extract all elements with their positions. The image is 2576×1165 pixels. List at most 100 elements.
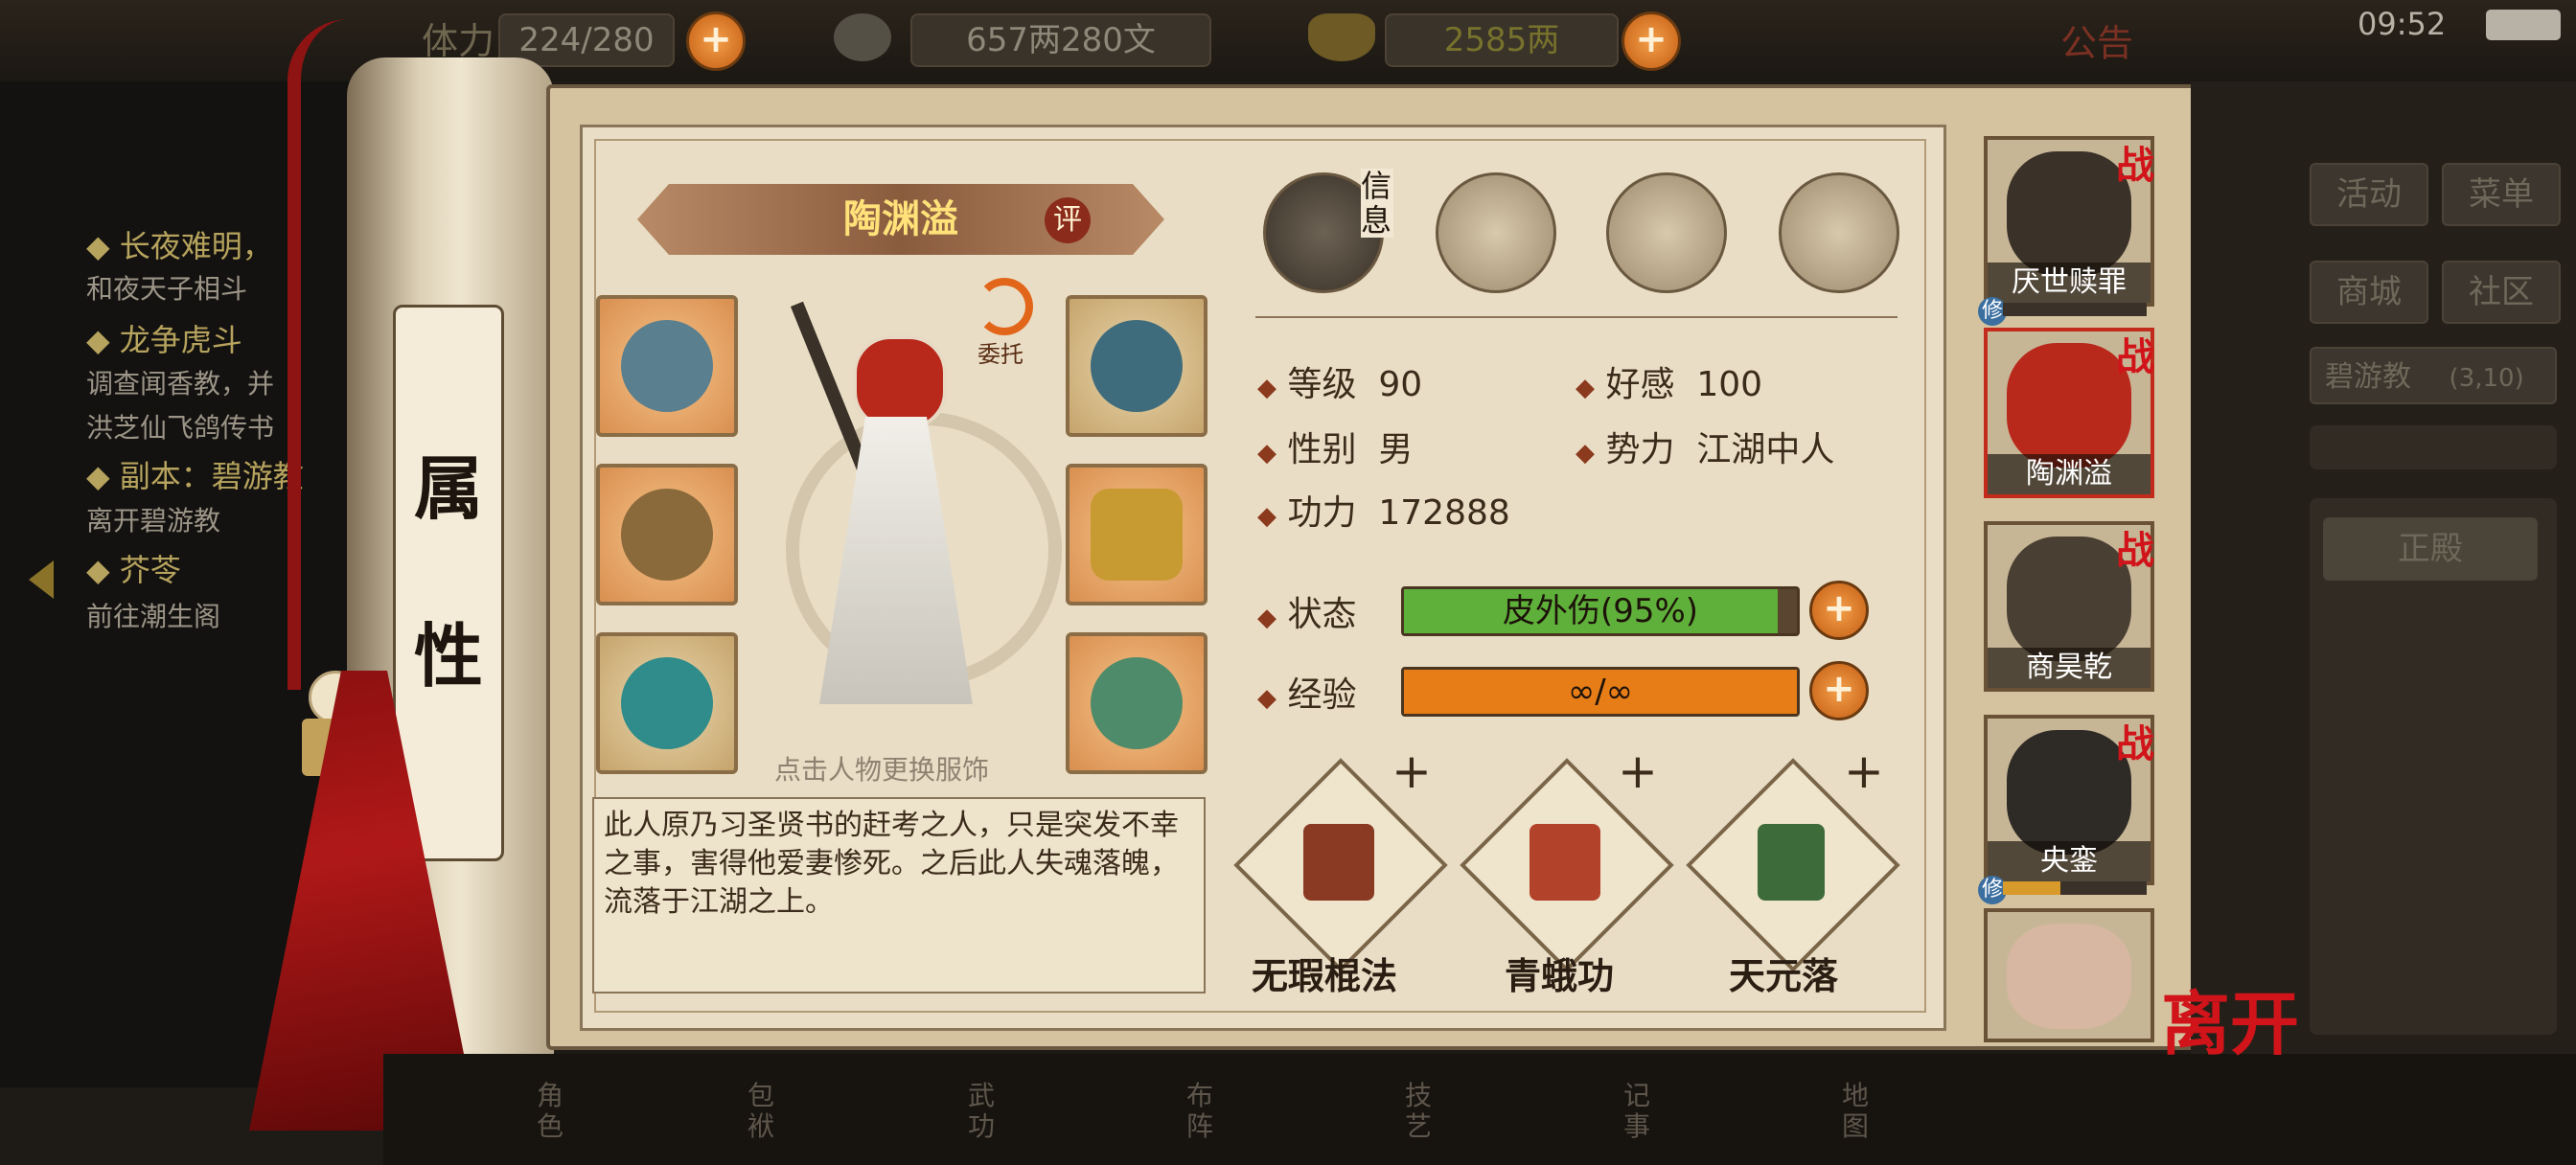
ox-mask-head [853, 335, 947, 429]
status-label: 状态 [1287, 595, 1357, 634]
progress-strip [2003, 303, 2147, 316]
charm-pendant-icon [1091, 657, 1183, 749]
status-row: ◆ 状态 [1257, 595, 1357, 634]
battery-icon [2486, 10, 2561, 40]
meridian-body-icon[interactable] [1779, 172, 1899, 293]
add-stamina-button[interactable]: + [686, 11, 746, 71]
exp-text: ∞/∞ [1567, 673, 1634, 711]
copper-coin-icon [834, 13, 891, 61]
time-dial [2310, 425, 2557, 469]
red-cord [288, 19, 349, 690]
attributes-tab[interactable]: 属 性 [393, 305, 504, 861]
clock: 09:52 [2358, 6, 2447, 42]
add-exp-button[interactable]: + [1809, 661, 1869, 720]
quest-desc: 调查闻香教，并 洪芝仙飞鸽传书 [86, 368, 275, 444]
hall-button[interactable]: 正殿 [2323, 517, 2538, 581]
community-button[interactable]: 社区 [2442, 261, 2561, 324]
white-robe [819, 417, 973, 704]
quest-title[interactable]: ◆ 芥苓 [86, 546, 181, 590]
member-name: 厌世赎罪 [1988, 263, 2150, 303]
activity-button[interactable]: 活动 [2310, 163, 2428, 226]
quest-desc: 离开碧游教 [86, 505, 221, 537]
quest-title[interactable]: ◆ 长夜难明， [86, 222, 273, 266]
armor-slot[interactable] [1066, 464, 1208, 605]
bottom-nav-bar [383, 1054, 2576, 1165]
nav-character[interactable]: 角色 [537, 1081, 565, 1142]
power-value: 172888 [1378, 493, 1510, 533]
faction-label: 势力 [1605, 430, 1675, 469]
quest-desc: 前往潮生阁 [86, 601, 221, 632]
headgear-slot[interactable] [1066, 295, 1208, 437]
location-coords: (3,10) [2449, 364, 2524, 393]
exp-bar: ∞/∞ [1401, 667, 1800, 717]
skill-add-icon[interactable]: + [1392, 743, 1432, 799]
party-member[interactable]: 厌世赎罪 战 [1984, 136, 2154, 307]
location-bar[interactable]: 碧游教 (3,10) [2310, 347, 2557, 404]
bagua-icon[interactable] [1606, 172, 1727, 293]
add-gold-button[interactable]: + [1622, 11, 1681, 71]
accessory-slot[interactable] [596, 464, 738, 605]
skill-scroll-icon [1530, 824, 1600, 901]
party-member[interactable]: 陶渊溢 战 [1984, 328, 2154, 498]
power-row: ◆ 功力 172888 [1257, 493, 1510, 533]
character-figure[interactable] [776, 301, 1016, 728]
attr-char: 属 [413, 447, 483, 529]
quest-title[interactable]: ◆ 副本：碧游教 [86, 452, 304, 496]
tab-divider [1255, 316, 1898, 318]
quest-title[interactable]: ◆ 龙争虎斗 [86, 316, 242, 360]
progress-fill [2003, 881, 2060, 895]
portrait [2007, 343, 2131, 468]
nav-inventory[interactable]: 包袱 [748, 1081, 776, 1142]
nav-martial-arts[interactable]: 武功 [968, 1081, 997, 1142]
gold-value: 2585两 [1385, 13, 1619, 67]
level-row: ◆ 等级 90 [1257, 365, 1423, 404]
status-text: 皮外伤(95%) [1502, 592, 1699, 630]
info-tab-label: 信息 [1361, 168, 1393, 239]
member-name: 商昊乾 [1988, 648, 2150, 688]
portrait [2007, 730, 2131, 855]
skill-name: 无瑕棍法 [1252, 955, 1398, 997]
party-member[interactable] [1984, 908, 2154, 1042]
party-member[interactable]: 央銮 战 [1984, 715, 2154, 885]
gender-row: ◆ 性别 男 [1257, 430, 1414, 469]
power-label: 功力 [1287, 493, 1357, 533]
skill-add-icon[interactable]: + [1844, 743, 1884, 799]
chain-necklace-icon [621, 489, 713, 581]
copper-value: 657两280文 [910, 13, 1211, 67]
menu-button[interactable]: 菜单 [2442, 163, 2561, 226]
hood-icon [1091, 320, 1183, 412]
affection-label: 好感 [1605, 365, 1675, 404]
faction-row: ◆ 势力 江湖中人 [1576, 430, 1835, 469]
skill-scroll-icon [1758, 824, 1825, 901]
weapon-slot[interactable] [596, 295, 738, 437]
jade-ring-icon [621, 657, 713, 749]
leave-button[interactable]: 离开 [2161, 968, 2299, 1068]
gender-label: 性别 [1287, 430, 1357, 469]
nav-map[interactable]: 地图 [1842, 1081, 1871, 1142]
faction-value: 江湖中人 [1696, 430, 1835, 469]
collapse-arrow-icon[interactable] [29, 560, 54, 599]
review-button[interactable]: 评 [1045, 197, 1091, 243]
skill-book-icon [1303, 824, 1374, 901]
nav-formation[interactable]: 布阵 [1186, 1081, 1215, 1142]
notice-button[interactable]: 公告 [2060, 13, 2133, 66]
portrait [2007, 924, 2131, 1029]
nav-journal[interactable]: 记事 [1623, 1081, 1652, 1142]
member-name: 央銮 [1988, 841, 2150, 881]
character-bio: 此人原乃习圣贤书的赶考之人，只是突发不幸之事，害得他爱妻惨死。之后此人失魂落魄，… [592, 797, 1206, 994]
amulet-slot[interactable] [1066, 632, 1208, 774]
ring-slot[interactable] [596, 632, 738, 774]
nav-skills[interactable]: 技艺 [1405, 1081, 1434, 1142]
skill-add-icon[interactable]: + [1618, 743, 1658, 799]
stamina-label: 体力 [422, 20, 495, 62]
affection-value: 100 [1696, 365, 1763, 404]
heal-button[interactable]: + [1809, 581, 1869, 640]
level-label: 等级 [1287, 365, 1357, 404]
level-value: 90 [1378, 365, 1423, 404]
party-member[interactable]: 商昊乾 战 [1984, 521, 2154, 692]
portrait [2007, 151, 2131, 276]
shop-button[interactable]: 商城 [2310, 261, 2428, 324]
progress-strip [2003, 881, 2147, 895]
member-name: 陶渊溢 [1988, 454, 2150, 494]
equipment-scroll-icon[interactable] [1436, 172, 1556, 293]
